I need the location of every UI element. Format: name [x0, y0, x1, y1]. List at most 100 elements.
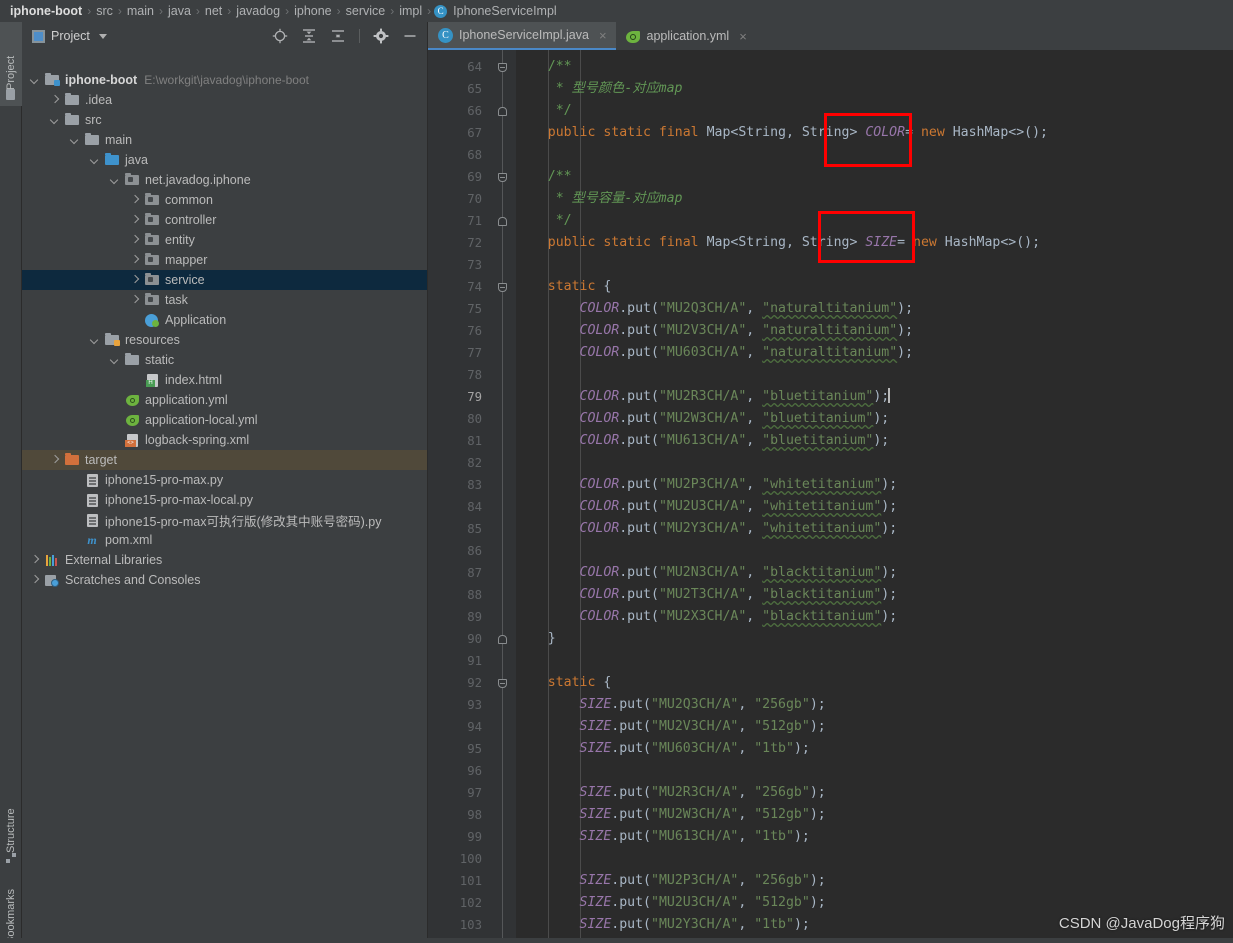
breadcrumb-item-impl[interactable]: impl [397, 4, 424, 18]
tree-node-entity[interactable]: entity [22, 230, 428, 250]
code-line[interactable] [516, 452, 1233, 474]
code-line[interactable]: static { [516, 276, 1233, 298]
tree-node-application[interactable]: Application [22, 310, 428, 330]
tree-node-index-html[interactable]: index.html [22, 370, 428, 390]
tree-node-main[interactable]: main [22, 130, 428, 150]
breadcrumb-item-src[interactable]: src [94, 4, 115, 18]
tree-node-idea[interactable]: .idea [22, 90, 428, 110]
tree-node-net-javadog-iphone[interactable]: net.javadog.iphone [22, 170, 428, 190]
code-line[interactable]: SIZE.put("MU2W3CH/A", "512gb"); [516, 804, 1233, 826]
chevron-right-icon[interactable] [30, 555, 40, 565]
tree-node-pom-xml[interactable]: m pom.xml [22, 530, 428, 550]
code-line[interactable]: * 型号颜色-对应map [516, 78, 1233, 100]
tool-window-button-project[interactable]: Project [0, 22, 22, 106]
tree-node-mapper[interactable]: mapper [22, 250, 428, 270]
collapse-all-icon[interactable] [330, 28, 346, 44]
code-line[interactable]: SIZE.put("MU2V3CH/A", "512gb"); [516, 716, 1233, 738]
code-line[interactable]: * 型号容量-对应map [516, 188, 1233, 210]
breadcrumb-current-file[interactable]: IphoneServiceImpl [451, 4, 559, 18]
editor-tab-iphoneserviceimpl-java[interactable]: C IphoneServiceImpl.java × [428, 22, 616, 50]
breadcrumb-item-java[interactable]: java [166, 4, 193, 18]
chevron-down-icon[interactable] [110, 175, 120, 185]
code-line[interactable]: public static final Map<String, String> … [516, 232, 1233, 254]
chevron-right-icon[interactable] [50, 95, 60, 105]
tree-node-logback-spring-xml[interactable]: logback-spring.xml [22, 430, 428, 450]
chevron-right-icon[interactable] [130, 235, 140, 245]
tree-node-static[interactable]: static [22, 350, 428, 370]
chevron-right-icon[interactable] [130, 275, 140, 285]
code-line[interactable]: SIZE.put("MU2R3CH/A", "256gb"); [516, 782, 1233, 804]
code-line[interactable]: public static final Map<String, String> … [516, 122, 1233, 144]
code-line[interactable]: COLOR.put("MU2V3CH/A", "naturaltitanium"… [516, 320, 1233, 342]
tree-node-src[interactable]: src [22, 110, 428, 130]
code-line[interactable]: COLOR.put("MU2Q3CH/A", "naturaltitanium"… [516, 298, 1233, 320]
code-line[interactable]: COLOR.put("MU2Y3CH/A", "whitetitanium"); [516, 518, 1233, 540]
tree-node-service[interactable]: service [22, 270, 428, 290]
code-line[interactable]: */ [516, 210, 1233, 232]
breadcrumb-item-service[interactable]: service [344, 4, 388, 18]
code-line[interactable]: COLOR.put("MU2P3CH/A", "whitetitanium"); [516, 474, 1233, 496]
code-line[interactable]: COLOR.put("MU2R3CH/A", "bluetitanium"); [516, 386, 1233, 408]
code-line[interactable] [516, 364, 1233, 386]
tree-node-external-libraries[interactable]: External Libraries [22, 550, 428, 570]
tree-node-iphone15-pro-max-local-py[interactable]: iphone15-pro-max-local.py [22, 490, 428, 510]
tree-node-java[interactable]: java [22, 150, 428, 170]
code-line[interactable]: SIZE.put("MU603CH/A", "1tb"); [516, 738, 1233, 760]
code-line[interactable]: COLOR.put("MU2W3CH/A", "bluetitanium"); [516, 408, 1233, 430]
code-line[interactable] [516, 144, 1233, 166]
chevron-down-icon[interactable] [30, 75, 40, 85]
breadcrumb-item-javadog[interactable]: javadog [234, 4, 282, 18]
code-line[interactable]: static { [516, 672, 1233, 694]
chevron-right-icon[interactable] [130, 295, 140, 305]
close-icon[interactable]: × [739, 30, 747, 43]
project-view-selector[interactable]: Project [32, 29, 107, 43]
fold-open-icon[interactable] [496, 280, 509, 293]
chevron-right-icon[interactable] [130, 195, 140, 205]
code-text-area[interactable]: /** * 型号颜色-对应map */ public static final … [516, 50, 1233, 943]
breadcrumb-item-iphone-boot[interactable]: iphone-boot [8, 4, 84, 18]
code-line[interactable] [516, 540, 1233, 562]
chevron-down-icon[interactable] [50, 115, 60, 125]
hide-icon[interactable] [402, 28, 418, 44]
tree-node-application-local-yml[interactable]: application-local.yml [22, 410, 428, 430]
breadcrumb-item-net[interactable]: net [203, 4, 224, 18]
breadcrumb-item-iphone[interactable]: iphone [292, 4, 334, 18]
chevron-down-icon[interactable] [98, 33, 107, 39]
code-line[interactable]: COLOR.put("MU603CH/A", "naturaltitanium"… [516, 342, 1233, 364]
fold-open-icon[interactable] [496, 170, 509, 183]
code-line[interactable]: /** [516, 56, 1233, 78]
code-line[interactable] [516, 650, 1233, 672]
select-opened-file-icon[interactable] [272, 28, 288, 44]
code-line[interactable]: SIZE.put("MU2P3CH/A", "256gb"); [516, 870, 1233, 892]
tree-node-application-yml[interactable]: application.yml [22, 390, 428, 410]
project-tree[interactable]: iphone-boot E:\workgit\javadog\iphone-boo… [22, 70, 428, 943]
chevron-down-icon[interactable] [90, 335, 100, 345]
tree-node-controller[interactable]: controller [22, 210, 428, 230]
code-line[interactable] [516, 848, 1233, 870]
code-line[interactable]: SIZE.put("MU613CH/A", "1tb"); [516, 826, 1233, 848]
code-editor[interactable]: 64 65 66 67 68 69 70 71 72 73 74 75 76 77 78 79 80 81 82 83… [428, 50, 1233, 943]
code-line[interactable] [516, 254, 1233, 276]
fold-open-icon[interactable] [496, 676, 509, 689]
tree-node-target[interactable]: target [22, 450, 428, 470]
fold-open-icon[interactable] [496, 60, 509, 73]
fold-close-icon[interactable] [496, 214, 509, 227]
tool-window-button-structure[interactable]: Structure [0, 792, 22, 870]
fold-close-icon[interactable] [496, 632, 509, 645]
chevron-down-icon[interactable] [90, 155, 100, 165]
code-line[interactable]: } [516, 628, 1233, 650]
chevron-down-icon[interactable] [110, 355, 120, 365]
fold-close-icon[interactable] [496, 104, 509, 117]
code-line[interactable]: SIZE.put("MU2U3CH/A", "512gb"); [516, 892, 1233, 914]
tree-node-iphone15-pro-max-py[interactable]: iphone15-pro-max.py [22, 470, 428, 490]
code-line[interactable]: COLOR.put("MU2X3CH/A", "blacktitanium"); [516, 606, 1233, 628]
chevron-right-icon[interactable] [130, 215, 140, 225]
tool-window-button-bookmarks[interactable]: Bookmarks [0, 872, 22, 943]
expand-all-icon[interactable] [301, 28, 317, 44]
breadcrumb-item-main[interactable]: main [125, 4, 156, 18]
code-line[interactable]: /** [516, 166, 1233, 188]
code-line[interactable] [516, 760, 1233, 782]
code-line[interactable]: COLOR.put("MU2U3CH/A", "whitetitanium"); [516, 496, 1233, 518]
tree-node-common[interactable]: common [22, 190, 428, 210]
code-line[interactable]: COLOR.put("MU2T3CH/A", "blacktitanium"); [516, 584, 1233, 606]
